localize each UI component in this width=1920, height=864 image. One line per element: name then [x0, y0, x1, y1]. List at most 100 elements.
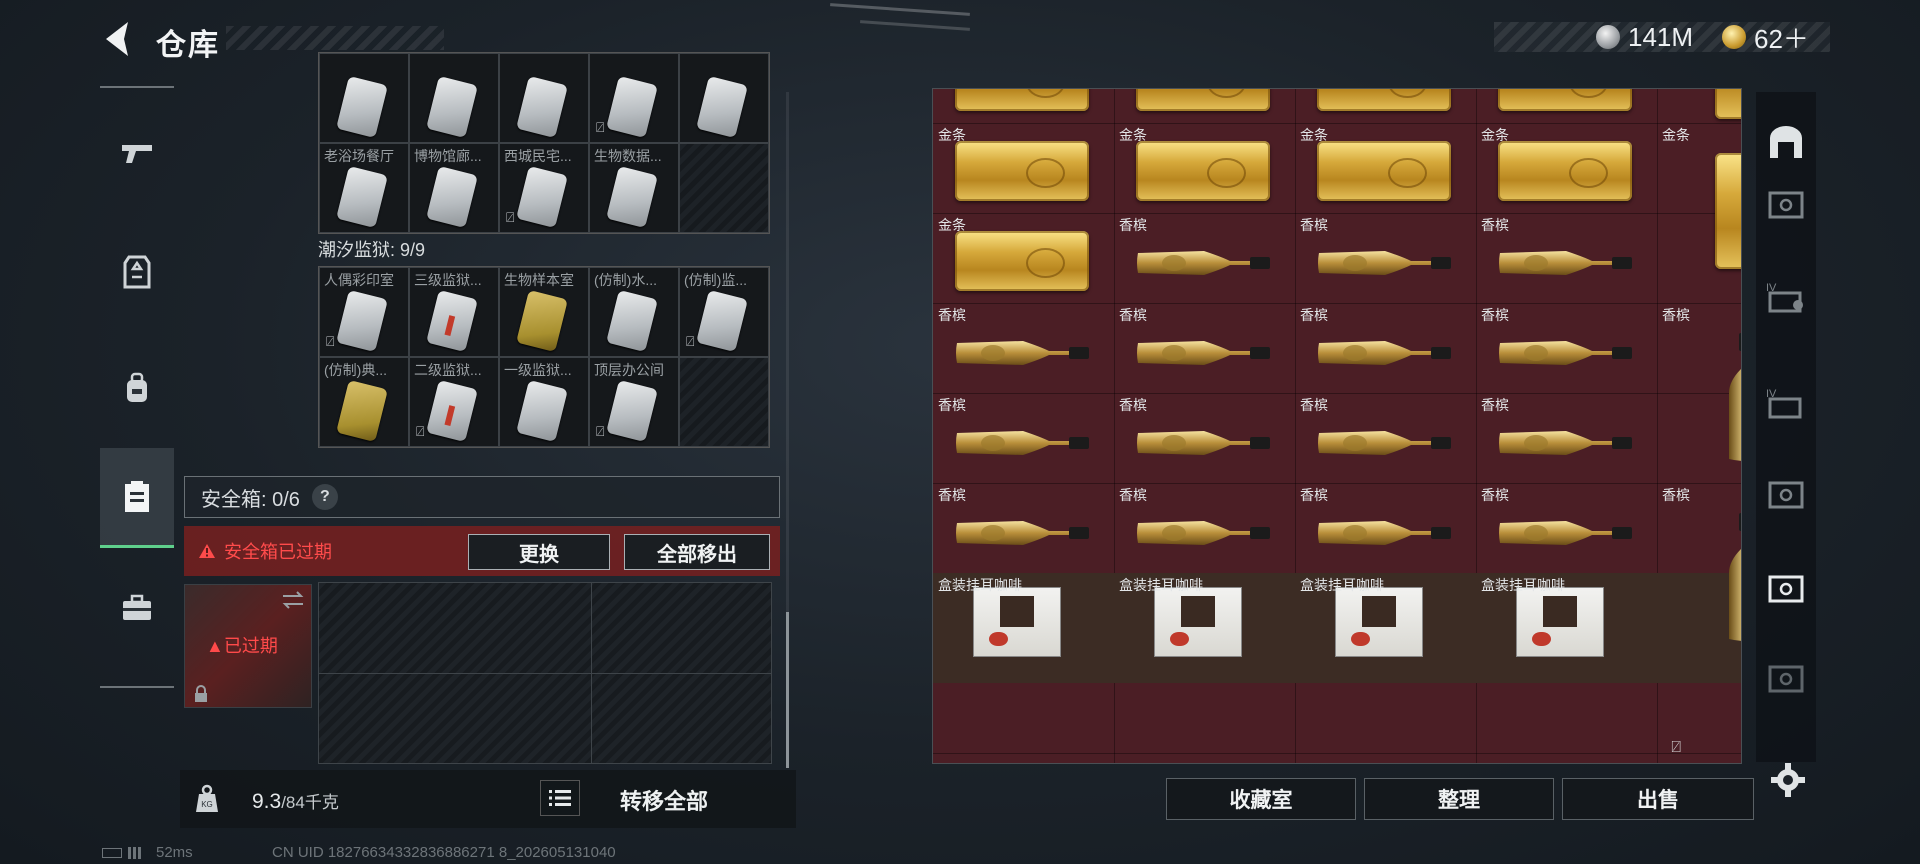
- nav-toolbox[interactable]: [100, 558, 174, 658]
- storage-item-champagne[interactable]: 香槟: [933, 303, 1114, 393]
- storage-item-champagne[interactable]: 香槟: [1114, 393, 1295, 483]
- storage-item-gold-bar[interactable]: [1657, 89, 1741, 123]
- storage-item-champagne[interactable]: 香槟: [1295, 303, 1476, 393]
- nav-weapons[interactable]: [100, 104, 174, 204]
- replace-button[interactable]: 更换: [468, 534, 610, 570]
- keycard-label: 博物馆廊...: [414, 148, 482, 164]
- keycard-label: 一级监狱...: [504, 362, 572, 378]
- box-icon: [1768, 481, 1804, 509]
- keycard-image: [516, 289, 568, 353]
- keycard-slot[interactable]: [409, 53, 499, 143]
- item-name-label: 盒装挂耳咖啡: [1481, 577, 1565, 593]
- storage-grid[interactable]: 金条金条金条金条金条金条金条金条金条金条香槟香槟香槟香槟香槟香槟香槟香槟香槟香槟…: [932, 88, 1742, 764]
- remove-all-button[interactable]: 全部移出: [624, 534, 770, 570]
- nav-safe-box[interactable]: [100, 448, 174, 548]
- keycard-label: (仿制)监...: [684, 272, 747, 288]
- gold-currency[interactable]: 62＋: [1722, 22, 1809, 54]
- nav-backpack[interactable]: [100, 338, 174, 438]
- transfer-all-button[interactable]: 转移全部: [620, 784, 708, 816]
- box-icon: [1768, 191, 1804, 219]
- storage-item-champagne[interactable]: 香槟: [1657, 303, 1741, 483]
- help-button[interactable]: ?: [311, 484, 338, 510]
- keycard-label: (仿制)典...: [324, 362, 387, 378]
- keycard-slot[interactable]: 西城民宅... ⍁: [499, 143, 589, 233]
- storage-item-champagne[interactable]: 香槟: [1295, 483, 1476, 573]
- keycard-slot[interactable]: (仿制)水...: [589, 267, 679, 357]
- storage-item-gold-bar[interactable]: 金条: [1476, 89, 1657, 123]
- keycard-slot[interactable]: [679, 143, 769, 233]
- collection-room-button[interactable]: 收藏室: [1166, 778, 1356, 820]
- storage-item-champagne[interactable]: 香槟: [933, 483, 1114, 573]
- sell-button[interactable]: 出售: [1562, 778, 1754, 820]
- keycard-slot[interactable]: (仿制)监... ⍁: [679, 267, 769, 357]
- keycard-slot[interactable]: 老浴场餐厅: [319, 143, 409, 233]
- storage-item-coffee[interactable]: 盒装挂耳咖啡: [933, 573, 1114, 663]
- champagne-bottle-icon: [956, 521, 1089, 545]
- keycard-slot[interactable]: 生物数据...: [589, 143, 679, 233]
- keycard-slot[interactable]: 人偶彩印室 ⍁: [319, 267, 409, 357]
- keycard-slot[interactable]: 一级监狱...: [499, 357, 589, 447]
- tab-storage-4[interactable]: IV: [1756, 260, 1816, 332]
- tab-storage-2[interactable]: [1756, 168, 1816, 240]
- champagne-bottle-icon: [956, 341, 1089, 365]
- back-button[interactable]: [98, 18, 138, 60]
- storage-item-gold-bar[interactable]: 金条: [1295, 89, 1476, 123]
- settings-gear-icon[interactable]: [1770, 762, 1806, 798]
- storage-item-champagne[interactable]: 香槟: [1476, 483, 1657, 573]
- keycard-slot[interactable]: 顶层办公间 ⍁: [589, 357, 679, 447]
- grid-divider: [933, 753, 1741, 754]
- storage-item-champagne[interactable]: 香槟: [1114, 303, 1295, 393]
- storage-item-gold-bar[interactable]: 金条: [1114, 123, 1295, 213]
- storage-item-champagne[interactable]: 香槟: [1476, 213, 1657, 303]
- storage-item-champagne[interactable]: 香槟: [933, 393, 1114, 483]
- keycard-slot[interactable]: ⍁: [589, 53, 679, 143]
- left-scrollbar-thumb[interactable]: [786, 612, 789, 768]
- keycard-slot[interactable]: 生物样本室: [499, 267, 589, 357]
- storage-item-coffee[interactable]: 盒装挂耳咖啡: [1476, 573, 1657, 663]
- champagne-bottle-icon: [1499, 341, 1632, 365]
- tab-storage-6[interactable]: [1756, 458, 1816, 530]
- storage-item-champagne[interactable]: 香槟: [1114, 483, 1295, 573]
- storage-item-gold-bar[interactable]: 金条: [1657, 123, 1741, 303]
- lock-icon: [195, 685, 207, 702]
- nav-armor[interactable]: [100, 222, 174, 322]
- tab-storage-5[interactable]: IV: [1756, 366, 1816, 438]
- organize-button[interactable]: 整理: [1364, 778, 1554, 820]
- restricted-icon: ⍁: [686, 333, 695, 349]
- tab-storage-8[interactable]: [1756, 642, 1816, 714]
- keycard-slot[interactable]: 博物馆廊...: [409, 143, 499, 233]
- prison-section-title: 潮汐监狱: 9/9: [318, 240, 426, 260]
- keycard-slot[interactable]: 二级监狱... ⍁: [409, 357, 499, 447]
- tab-storage-7-active[interactable]: [1756, 552, 1816, 624]
- storage-item-coffee[interactable]: 盒装挂耳咖啡: [1295, 573, 1476, 663]
- keycard-slot[interactable]: [319, 53, 409, 143]
- storage-item-champagne[interactable]: 香槟: [1657, 483, 1741, 663]
- restricted-icon: ⍁: [596, 423, 605, 439]
- gold-bar-icon: [955, 89, 1089, 111]
- storage-item-gold-bar[interactable]: 金条: [933, 89, 1114, 123]
- storage-item-gold-bar[interactable]: 金条: [1114, 89, 1295, 123]
- storage-item-champagne[interactable]: 香槟: [1295, 213, 1476, 303]
- safe-box-grid[interactable]: [318, 582, 772, 764]
- keycard-label: 三级监狱...: [414, 272, 482, 288]
- keycard-slot[interactable]: [679, 357, 769, 447]
- storage-item-champagne[interactable]: 香槟: [1114, 213, 1295, 303]
- storage-item-gold-bar[interactable]: 金条: [933, 123, 1114, 213]
- item-name-label: 香槟: [1481, 217, 1509, 233]
- item-name-label: 香槟: [1119, 217, 1147, 233]
- item-name-label: 金条: [938, 127, 966, 143]
- storage-item-gold-bar[interactable]: 金条: [1295, 123, 1476, 213]
- storage-item-coffee[interactable]: 盒装挂耳咖啡: [1114, 573, 1295, 663]
- storage-item-champagne[interactable]: 香槟: [1476, 393, 1657, 483]
- gold-bar-icon: [1498, 141, 1632, 201]
- keycard-slot[interactable]: 三级监狱...: [409, 267, 499, 357]
- keycard-slot[interactable]: (仿制)典...: [319, 357, 409, 447]
- keycard-slot[interactable]: [499, 53, 589, 143]
- storage-item-champagne[interactable]: 香槟: [1295, 393, 1476, 483]
- gold-bar-icon: [955, 231, 1089, 291]
- storage-item-champagne[interactable]: 香槟: [1476, 303, 1657, 393]
- storage-item-gold-bar[interactable]: 金条: [1476, 123, 1657, 213]
- keycard-slot[interactable]: [679, 53, 769, 143]
- list-button[interactable]: [540, 780, 580, 816]
- storage-item-gold-bar[interactable]: 金条: [933, 213, 1114, 303]
